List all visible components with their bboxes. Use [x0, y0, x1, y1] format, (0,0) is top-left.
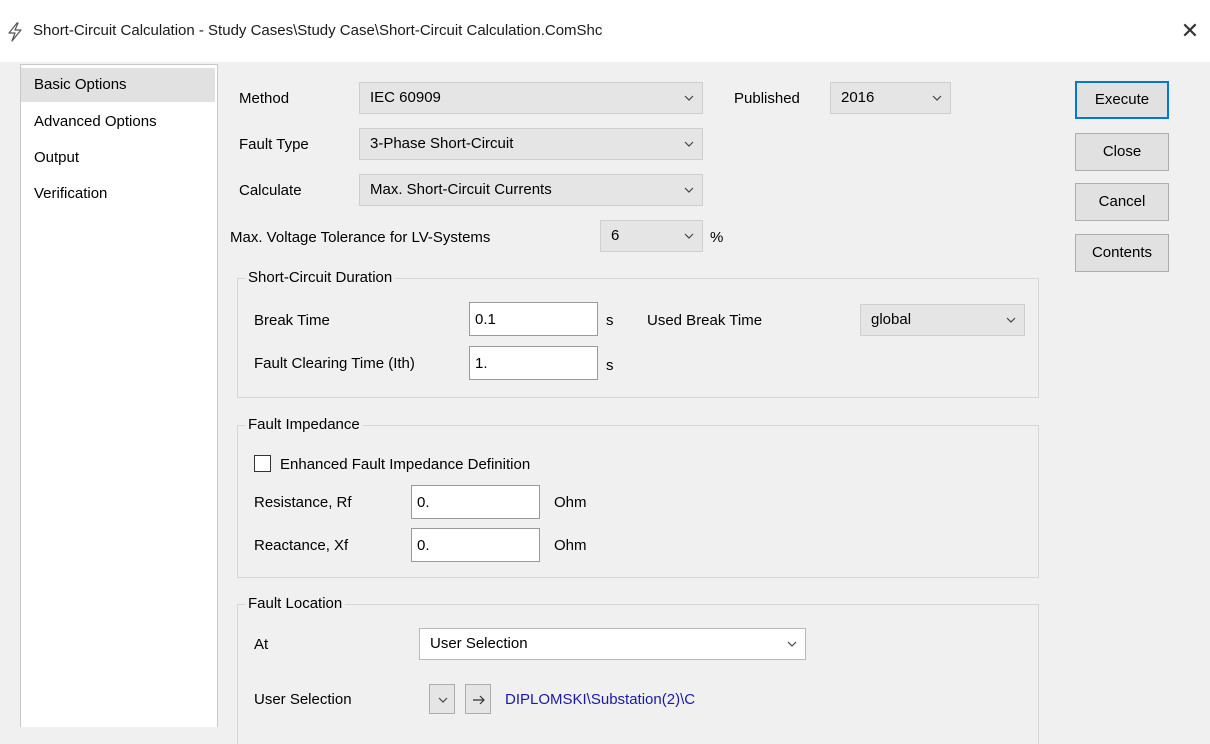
arrow-right-icon [473, 695, 485, 705]
window-title: Short-Circuit Calculation - Study Cases\… [33, 22, 603, 39]
reactance-value: 0. [417, 537, 430, 554]
fault-location-title: Fault Location [245, 595, 346, 612]
resistance-input[interactable]: 0. [411, 485, 540, 519]
nav-item-advanced-options[interactable]: Advanced Options [21, 105, 215, 139]
chevron-down-icon [1006, 317, 1016, 323]
voltage-tolerance-label: Max. Voltage Tolerance for LV-Systems [230, 229, 491, 246]
published-value: 2016 [841, 89, 875, 106]
short-circuit-duration-group [237, 278, 1039, 398]
at-select[interactable]: User Selection [419, 628, 806, 660]
resistance-value: 0. [417, 494, 430, 511]
fault-location-group [237, 604, 1039, 744]
fault-impedance-group [237, 425, 1039, 578]
at-value: User Selection [430, 635, 528, 652]
execute-button[interactable]: Execute [1075, 81, 1169, 119]
chevron-down-icon [438, 697, 448, 703]
voltage-tolerance-select[interactable]: 6 [600, 220, 703, 252]
used-break-time-label: Used Break Time [647, 312, 763, 329]
user-selection-link[interactable]: DIPLOMSKI\Substation(2)\C [505, 691, 695, 708]
fault-type-select[interactable]: 3-Phase Short-Circuit [359, 128, 703, 160]
fault-clearing-time-value: 1. [475, 355, 488, 372]
contents-button[interactable]: Contents [1075, 234, 1169, 272]
short-circuit-duration-title: Short-Circuit Duration [245, 269, 396, 286]
fault-clearing-time-unit: s [606, 357, 614, 374]
chevron-down-icon [684, 233, 694, 239]
chevron-down-icon [787, 641, 797, 647]
at-label: At [254, 636, 269, 653]
voltage-tolerance-unit: % [710, 229, 724, 246]
user-selection-label: User Selection [254, 691, 352, 708]
chevron-down-icon [684, 95, 694, 101]
close-icon[interactable]: ✕ [1178, 20, 1202, 44]
method-select[interactable]: IEC 60909 [359, 82, 703, 114]
break-time-value: 0.1 [475, 311, 496, 328]
break-time-input[interactable]: 0.1 [469, 302, 598, 336]
voltage-tolerance-value: 6 [611, 227, 620, 244]
nav-item-output[interactable]: Output [21, 141, 215, 175]
fault-clearing-time-label: Fault Clearing Time (Ith) [254, 355, 415, 372]
lightning-icon [8, 22, 22, 42]
fault-clearing-time-input[interactable]: 1. [469, 346, 598, 380]
resistance-label: Resistance, Rf [254, 494, 352, 511]
options-nav: Basic Options Advanced Options Output Ve… [20, 64, 218, 727]
method-value: IEC 60909 [370, 89, 441, 106]
user-selection-dropdown-button[interactable] [429, 684, 455, 714]
reactance-input[interactable]: 0. [411, 528, 540, 562]
published-label: Published [734, 90, 800, 107]
user-selection-jump-button[interactable] [465, 684, 491, 714]
method-label: Method [239, 90, 290, 107]
chevron-down-icon [932, 95, 942, 101]
fault-impedance-title: Fault Impedance [245, 416, 363, 433]
break-time-unit: s [606, 312, 614, 329]
used-break-time-select[interactable]: global [860, 304, 1025, 336]
published-select[interactable]: 2016 [830, 82, 951, 114]
break-time-label: Break Time [254, 312, 330, 329]
title-bar: Short-Circuit Calculation - Study Cases\… [0, 0, 1210, 62]
nav-item-verification[interactable]: Verification [21, 177, 215, 211]
used-break-time-value: global [871, 311, 912, 328]
fault-type-value: 3-Phase Short-Circuit [370, 135, 514, 152]
reactance-unit: Ohm [554, 537, 587, 554]
calculate-value: Max. Short-Circuit Currents [370, 181, 552, 198]
fault-type-label: Fault Type [239, 136, 309, 153]
reactance-label: Reactance, Xf [254, 537, 349, 554]
enhanced-impedance-checkbox[interactable] [254, 455, 271, 472]
chevron-down-icon [684, 187, 694, 193]
calculate-label: Calculate [239, 182, 302, 199]
close-button[interactable]: Close [1075, 133, 1169, 171]
enhanced-impedance-label: Enhanced Fault Impedance Definition [280, 456, 531, 473]
resistance-unit: Ohm [554, 494, 587, 511]
cancel-button[interactable]: Cancel [1075, 183, 1169, 221]
calculate-select[interactable]: Max. Short-Circuit Currents [359, 174, 703, 206]
nav-item-basic-options[interactable]: Basic Options [21, 68, 215, 102]
chevron-down-icon [684, 141, 694, 147]
